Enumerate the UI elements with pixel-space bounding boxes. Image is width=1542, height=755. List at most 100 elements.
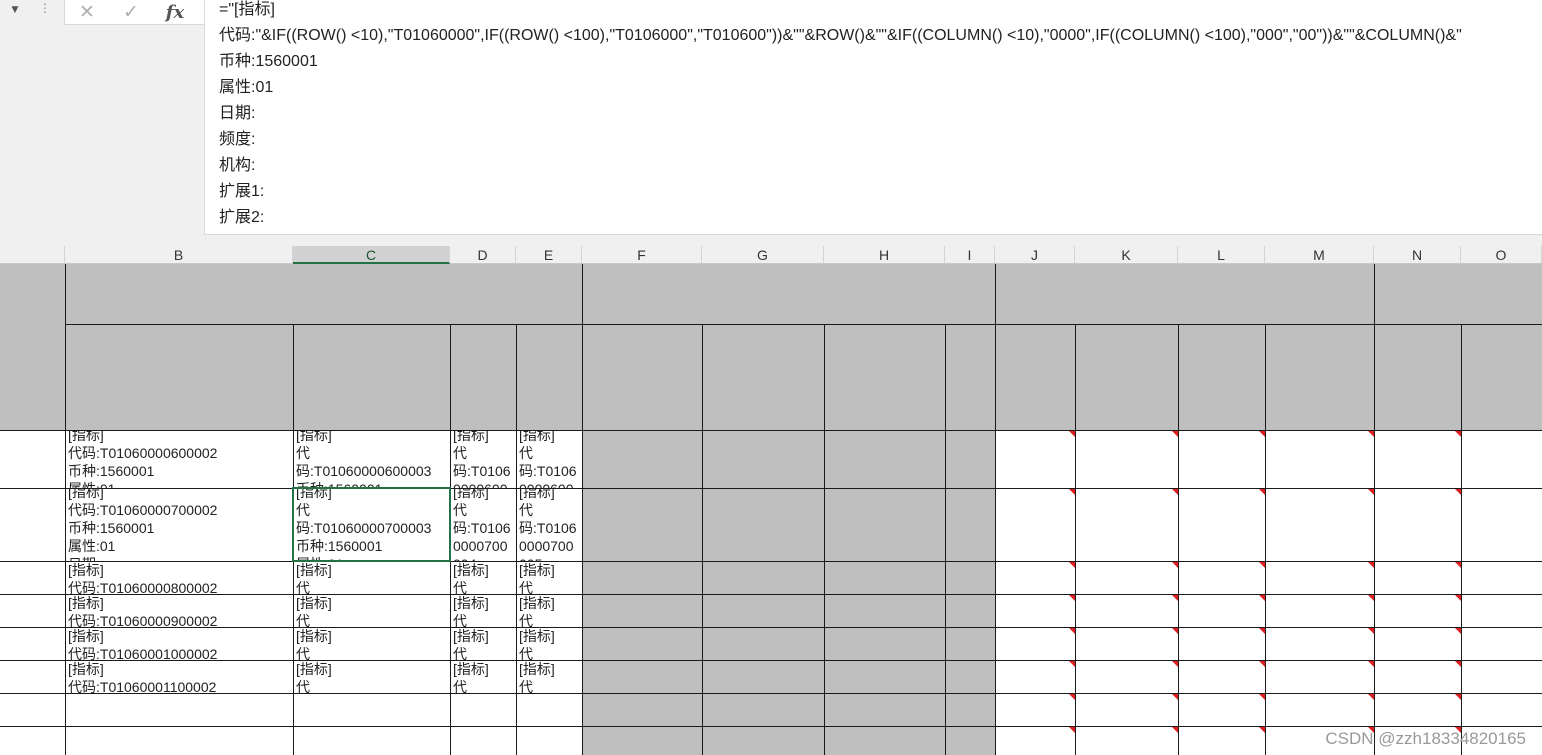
column-header-m[interactable]: M	[1265, 246, 1374, 264]
cell-b-row5[interactable]: [指标] 代码:T01060001000002	[68, 628, 292, 660]
comment-indicator-icon[interactable]	[1172, 489, 1178, 495]
cell-c-row4[interactable]: [指标] 代	[296, 595, 449, 627]
cell-d-row2[interactable]: [指标] 代 码:T0106 0000700 004	[453, 489, 515, 561]
grid-line	[995, 264, 996, 755]
comment-indicator-icon[interactable]	[1455, 661, 1461, 667]
comment-indicator-icon[interactable]	[1368, 562, 1374, 568]
active-cell-selection[interactable]	[292, 487, 451, 562]
cell-b-row6[interactable]: [指标] 代码:T01060001100002	[68, 661, 292, 693]
comment-indicator-icon[interactable]	[1172, 661, 1178, 667]
cell-d-row6[interactable]: [指标] 代	[453, 661, 515, 693]
column-header-h[interactable]: H	[824, 246, 945, 264]
cell-e-row6[interactable]: [指标] 代	[519, 661, 581, 693]
grid-line	[1178, 324, 1179, 755]
formula-line: 频度:	[219, 131, 256, 148]
comment-indicator-icon[interactable]	[1069, 628, 1075, 634]
comment-indicator-icon[interactable]	[1172, 727, 1178, 733]
comment-indicator-icon[interactable]	[1172, 595, 1178, 601]
comment-indicator-icon[interactable]	[1455, 628, 1461, 634]
column-header-i[interactable]: I	[945, 246, 995, 264]
comment-indicator-icon[interactable]	[1259, 694, 1265, 700]
grid-line	[516, 324, 517, 755]
cell-text: [指标] 代	[519, 628, 555, 660]
comment-indicator-icon[interactable]	[1069, 489, 1075, 495]
column-header-k[interactable]: K	[1075, 246, 1178, 264]
comment-indicator-icon[interactable]	[1259, 727, 1265, 733]
comment-indicator-icon[interactable]	[1455, 489, 1461, 495]
comment-indicator-icon[interactable]	[1259, 489, 1265, 495]
column-header-g[interactable]: G	[702, 246, 824, 264]
cell-e-row1[interactable]: [指标] 代 码:T0106 0000600	[519, 431, 581, 488]
comment-indicator-icon[interactable]	[1259, 595, 1265, 601]
cell-text: [指标] 代	[296, 628, 332, 660]
close-icon[interactable]: ✕	[65, 0, 109, 24]
column-header-d[interactable]: D	[450, 246, 516, 264]
comment-indicator-icon[interactable]	[1368, 489, 1374, 495]
formula-line: 属性:01	[219, 79, 274, 96]
cell-b-row3[interactable]: [指标] 代码:T01060000800002	[68, 562, 292, 594]
cell-text: [指标] 代 码:T0106 0000600	[519, 431, 577, 488]
comment-indicator-icon[interactable]	[1455, 595, 1461, 601]
comment-indicator-icon[interactable]	[1368, 628, 1374, 634]
column-header-e[interactable]: E	[516, 246, 582, 264]
comment-indicator-icon[interactable]	[1368, 694, 1374, 700]
comment-indicator-icon[interactable]	[1069, 595, 1075, 601]
cell-text: [指标] 代	[296, 562, 332, 594]
cell-e-row2[interactable]: [指标] 代 码:T0106 0000700 005	[519, 489, 581, 561]
cell-e-row5[interactable]: [指标] 代	[519, 628, 581, 660]
comment-indicator-icon[interactable]	[1172, 628, 1178, 634]
comment-indicator-icon[interactable]	[1172, 694, 1178, 700]
cell-d-row4[interactable]: [指标] 代	[453, 595, 515, 627]
cell-d-row1[interactable]: [指标] 代 码:T0106 0000600	[453, 431, 515, 488]
column-header-l[interactable]: L	[1178, 246, 1265, 264]
cell-text: [指标] 代 码:T0106 0000600	[453, 431, 511, 488]
column-header-n[interactable]: N	[1374, 246, 1461, 264]
cell-b-row4[interactable]: [指标] 代码:T01060000900002	[68, 595, 292, 627]
comment-indicator-icon[interactable]	[1259, 628, 1265, 634]
column-shading-f-i	[582, 431, 995, 755]
cell-c-row6[interactable]: [指标] 代	[296, 661, 449, 693]
comment-indicator-icon[interactable]	[1069, 727, 1075, 733]
formula-line: 代码:"&IF((ROW() <10),"T01060000",IF((ROW(…	[219, 27, 1462, 44]
formula-input[interactable]: ="[指标] 代码:"&IF((ROW() <10),"T01060000",I…	[204, 0, 1542, 235]
column-header-b[interactable]: B	[65, 246, 293, 264]
comment-indicator-icon[interactable]	[1069, 562, 1075, 568]
grid-line	[0, 693, 1542, 694]
comment-indicator-icon[interactable]	[1368, 661, 1374, 667]
cell-c-row5[interactable]: [指标] 代	[296, 628, 449, 660]
comment-indicator-icon[interactable]	[1455, 431, 1461, 437]
cell-e-row3[interactable]: [指标] 代	[519, 562, 581, 594]
comment-indicator-icon[interactable]	[1455, 562, 1461, 568]
cell-b-row2[interactable]: [指标] 代码:T01060000700002 币种:1560001 属性:01…	[68, 489, 292, 561]
column-header-o[interactable]: O	[1461, 246, 1542, 264]
insert-function-button[interactable]: fx	[153, 0, 197, 24]
comment-indicator-icon[interactable]	[1455, 694, 1461, 700]
select-all-corner[interactable]	[0, 246, 65, 264]
cell-e-row4[interactable]: [指标] 代	[519, 595, 581, 627]
comment-indicator-icon[interactable]	[1259, 661, 1265, 667]
grid-line	[702, 324, 703, 755]
comment-indicator-icon[interactable]	[1259, 431, 1265, 437]
cell-d-row3[interactable]: [指标] 代	[453, 562, 515, 594]
comment-indicator-icon[interactable]	[1172, 431, 1178, 437]
comment-indicator-icon[interactable]	[1069, 694, 1075, 700]
comment-indicator-icon[interactable]	[1368, 595, 1374, 601]
comment-indicator-icon[interactable]	[1259, 562, 1265, 568]
cell-d-row5[interactable]: [指标] 代	[453, 628, 515, 660]
cell-b-row1[interactable]: [指标] 代码:T01060000600002 币种:1560001 属性:01	[68, 431, 292, 488]
more-icon[interactable]: ⋮	[38, 0, 52, 18]
comment-indicator-icon[interactable]	[1172, 562, 1178, 568]
comment-indicator-icon[interactable]	[1368, 431, 1374, 437]
comment-indicator-icon[interactable]	[1069, 661, 1075, 667]
sheet-grid[interactable]: [指标] 代码:T01060000600002 币种:1560001 属性:01…	[0, 264, 1542, 755]
formula-line: 机构:	[219, 157, 256, 174]
comment-indicator-icon[interactable]	[1069, 431, 1075, 437]
namebox-dropdown-icon[interactable]: ▼	[6, 2, 24, 18]
check-icon[interactable]: ✓	[109, 0, 153, 24]
column-header-f[interactable]: F	[582, 246, 702, 264]
cell-c-row1[interactable]: [指标] 代 码:T01060000600003 币种:1560001	[296, 431, 449, 488]
cell-c-row3[interactable]: [指标] 代	[296, 562, 449, 594]
cell-text: [指标] 代	[519, 562, 555, 594]
column-header-j[interactable]: J	[995, 246, 1075, 264]
column-header-c[interactable]: C	[293, 246, 450, 264]
